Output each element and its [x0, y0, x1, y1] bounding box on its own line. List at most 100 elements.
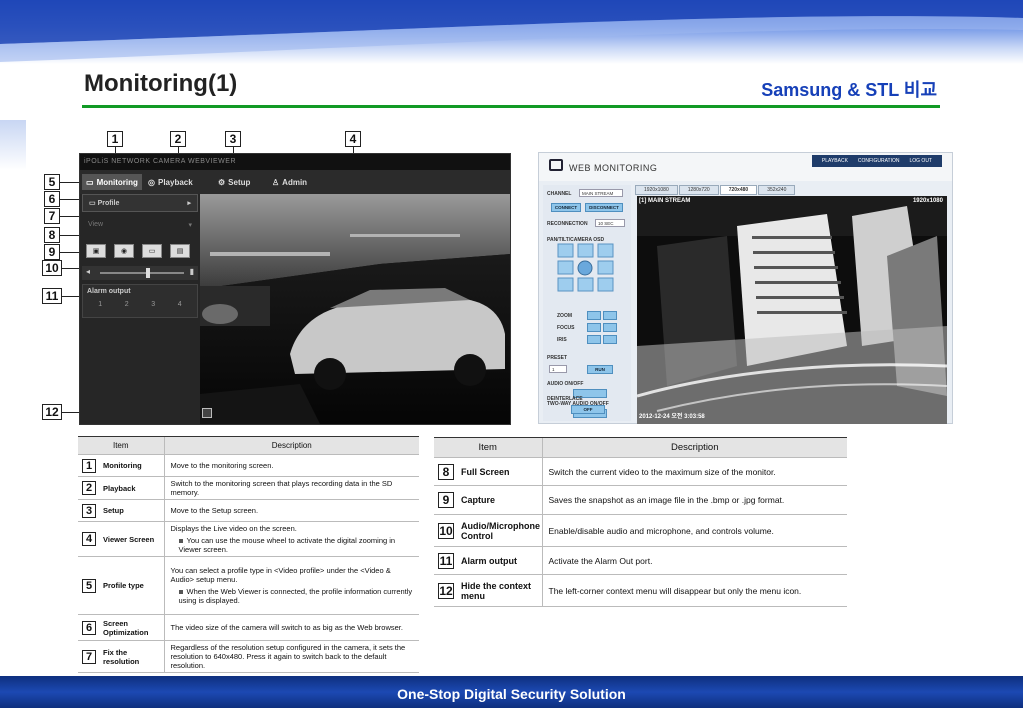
wm-preset-select[interactable]: 1 [549, 365, 567, 373]
viewer-screen[interactable] [200, 194, 510, 424]
wm-video-screen[interactable]: [1] MAIN STREAM 1920x1080 2012-12-24 오전 … [637, 196, 947, 424]
item-name: Setup [103, 506, 124, 515]
tab-monitoring-label: Monitoring [96, 177, 138, 187]
wm-iris-label: IRIS [557, 337, 567, 343]
items-table-right: Item Description 8 Full Screen Switch the… [434, 437, 847, 607]
item-number: 4 [82, 532, 96, 546]
viewer-button-row: ▣ ◉ ▭ ▤ [82, 242, 198, 262]
tab-monitoring[interactable]: ▭ Monitoring [82, 174, 142, 190]
screen-optimization-button[interactable]: ▭ [142, 244, 162, 258]
wm-preset-run-button[interactable]: RUN [587, 365, 613, 374]
table-row: 8 Full Screen Switch the current video to… [434, 457, 847, 486]
callout-1: 1 [107, 131, 123, 147]
wm-ptz-pad[interactable] [557, 243, 617, 293]
tab-playback[interactable]: ◎ Playback [144, 174, 197, 190]
bullet-icon [178, 539, 183, 544]
wm-header: WEB MONITORING PLAYBACK CONFIGURATION LO… [539, 153, 952, 181]
item-number: 7 [82, 649, 96, 664]
wm-audio-label: AUDIO ON/OFF [547, 381, 584, 387]
full-screen-button[interactable]: ▤ [170, 244, 190, 258]
wm-zoom-out-button[interactable] [587, 311, 601, 320]
header-swoosh [0, 0, 1023, 62]
callout-11: 11 [42, 288, 62, 304]
item-description-cell: Displays the Live video on the screen. Y… [163, 521, 419, 557]
item-name: Playback [103, 483, 136, 493]
wm-tab-720x480[interactable]: 720x480 [719, 185, 758, 195]
callout-2: 2 [170, 131, 186, 147]
wm-tab-1920x1080[interactable]: 1920x1080 [635, 185, 678, 195]
web-monitoring-screenshot: WEB MONITORING PLAYBACK CONFIGURATION LO… [538, 152, 953, 424]
view-select[interactable]: View ▾ [82, 220, 198, 232]
item-cell: 3 Setup [78, 503, 164, 518]
header-item: Item [78, 436, 164, 455]
item-note-text: When the Web Viewer is connected, the pr… [178, 587, 413, 605]
user-icon: ♙ [272, 177, 280, 187]
wm-connect-button[interactable]: CONNECT [551, 203, 581, 212]
network-camera-viewer-screenshot: iPOLiS NETWORK CAMERA WEBVIEWER ▭ Monito… [79, 153, 511, 425]
item-name: Viewer Screen [103, 534, 155, 544]
wm-tab-352x240[interactable]: 352x240 [758, 185, 796, 195]
item-description: Move to the monitoring screen. [163, 454, 419, 477]
volume-control[interactable]: ◂ ▮ [82, 266, 198, 280]
wm-iris-close-button[interactable] [587, 335, 601, 344]
item-number: 1 [82, 458, 96, 473]
header-description: Description [541, 437, 847, 458]
hide-context-menu-button[interactable] [202, 408, 212, 418]
wm-resolution-overlay: 1920x1080 [912, 198, 943, 204]
item-name: Monitoring [103, 461, 142, 470]
callout-10: 10 [42, 260, 62, 276]
alarm-output-3[interactable]: 3 [151, 301, 155, 308]
parking-garage-video-frame [200, 194, 510, 424]
item-number: 5 [82, 578, 96, 593]
callout-8: 8 [44, 227, 60, 243]
wm-title: WEB MONITORING [569, 163, 658, 173]
item-cell: 1 Monitoring [78, 458, 164, 473]
capture-button[interactable]: ▣ [86, 244, 106, 258]
alarm-output-4[interactable]: 4 [178, 301, 182, 308]
bullet-icon [178, 590, 183, 595]
wm-iris-open-button[interactable] [603, 335, 617, 344]
item-description: The left-corner context menu will disapp… [541, 574, 847, 607]
wm-reconnection-select[interactable]: 10 SEC [595, 219, 625, 227]
item-number: 11 [438, 552, 454, 569]
wm-menu-playback[interactable]: PLAYBACK [822, 158, 848, 164]
item-description: Move to the Setup screen. [163, 499, 419, 522]
item-number: 9 [438, 492, 454, 508]
tab-admin[interactable]: ♙ Admin [268, 174, 311, 190]
alarm-output-panel: Alarm output 1 2 3 4 [82, 284, 198, 318]
fix-resolution-button[interactable]: ◉ [114, 244, 134, 258]
viewer-sidebar: ▭ Profile ▸ View ▾ ▣ ◉ ▭ ▤ ◂ ▮ Alarm out… [80, 194, 200, 424]
item-description: Enable/disable audio and microphone, and… [541, 514, 847, 547]
wm-zoom-in-button[interactable] [603, 311, 617, 320]
wm-focus-near-button[interactable] [587, 323, 601, 332]
table-header-row: Item Description [434, 437, 847, 458]
profile-select[interactable]: ▭ Profile ▸ [82, 194, 198, 212]
item-number: 3 [82, 503, 96, 518]
wm-stream-overlay: [1] MAIN STREAM [639, 198, 691, 204]
microphone-icon: ▮ [189, 267, 194, 276]
wm-deinterlace-button[interactable]: OFF [571, 405, 605, 414]
callout-5: 5 [44, 174, 60, 190]
footer-text: One-Stop Digital Security Solution [397, 686, 626, 702]
table-header-row: Item Description [78, 436, 419, 455]
playback-icon: ◎ [148, 177, 155, 187]
callout-7: 7 [44, 208, 60, 224]
alarm-output-title: Alarm output [87, 288, 131, 295]
wm-menu-configuration[interactable]: CONFIGURATION [858, 158, 900, 164]
item-name: Alarm output [461, 555, 517, 566]
wm-menu-logout[interactable]: LOG OUT [909, 158, 932, 164]
profile-label: Profile [97, 200, 120, 207]
tab-setup[interactable]: ⚙ Setup [214, 174, 254, 190]
alarm-output-2[interactable]: 2 [125, 301, 129, 308]
volume-slider[interactable] [146, 268, 150, 278]
alarm-output-1[interactable]: 1 [98, 301, 102, 308]
wm-tab-1280x720[interactable]: 1280x720 [678, 185, 719, 195]
slide-title: Monitoring(1) [84, 70, 238, 97]
slide-subtitle: Samsung & STL 비교 [761, 80, 937, 100]
speaker-icon: ◂ [86, 267, 91, 276]
wm-disconnect-button[interactable]: DISCONNECT [585, 203, 623, 212]
wm-channel-select[interactable]: MAIN STREAM [579, 189, 623, 197]
wm-focus-far-button[interactable] [603, 323, 617, 332]
item-name: Profile type [103, 581, 144, 590]
item-description: Regardless of the resolution setup confi… [163, 640, 419, 673]
